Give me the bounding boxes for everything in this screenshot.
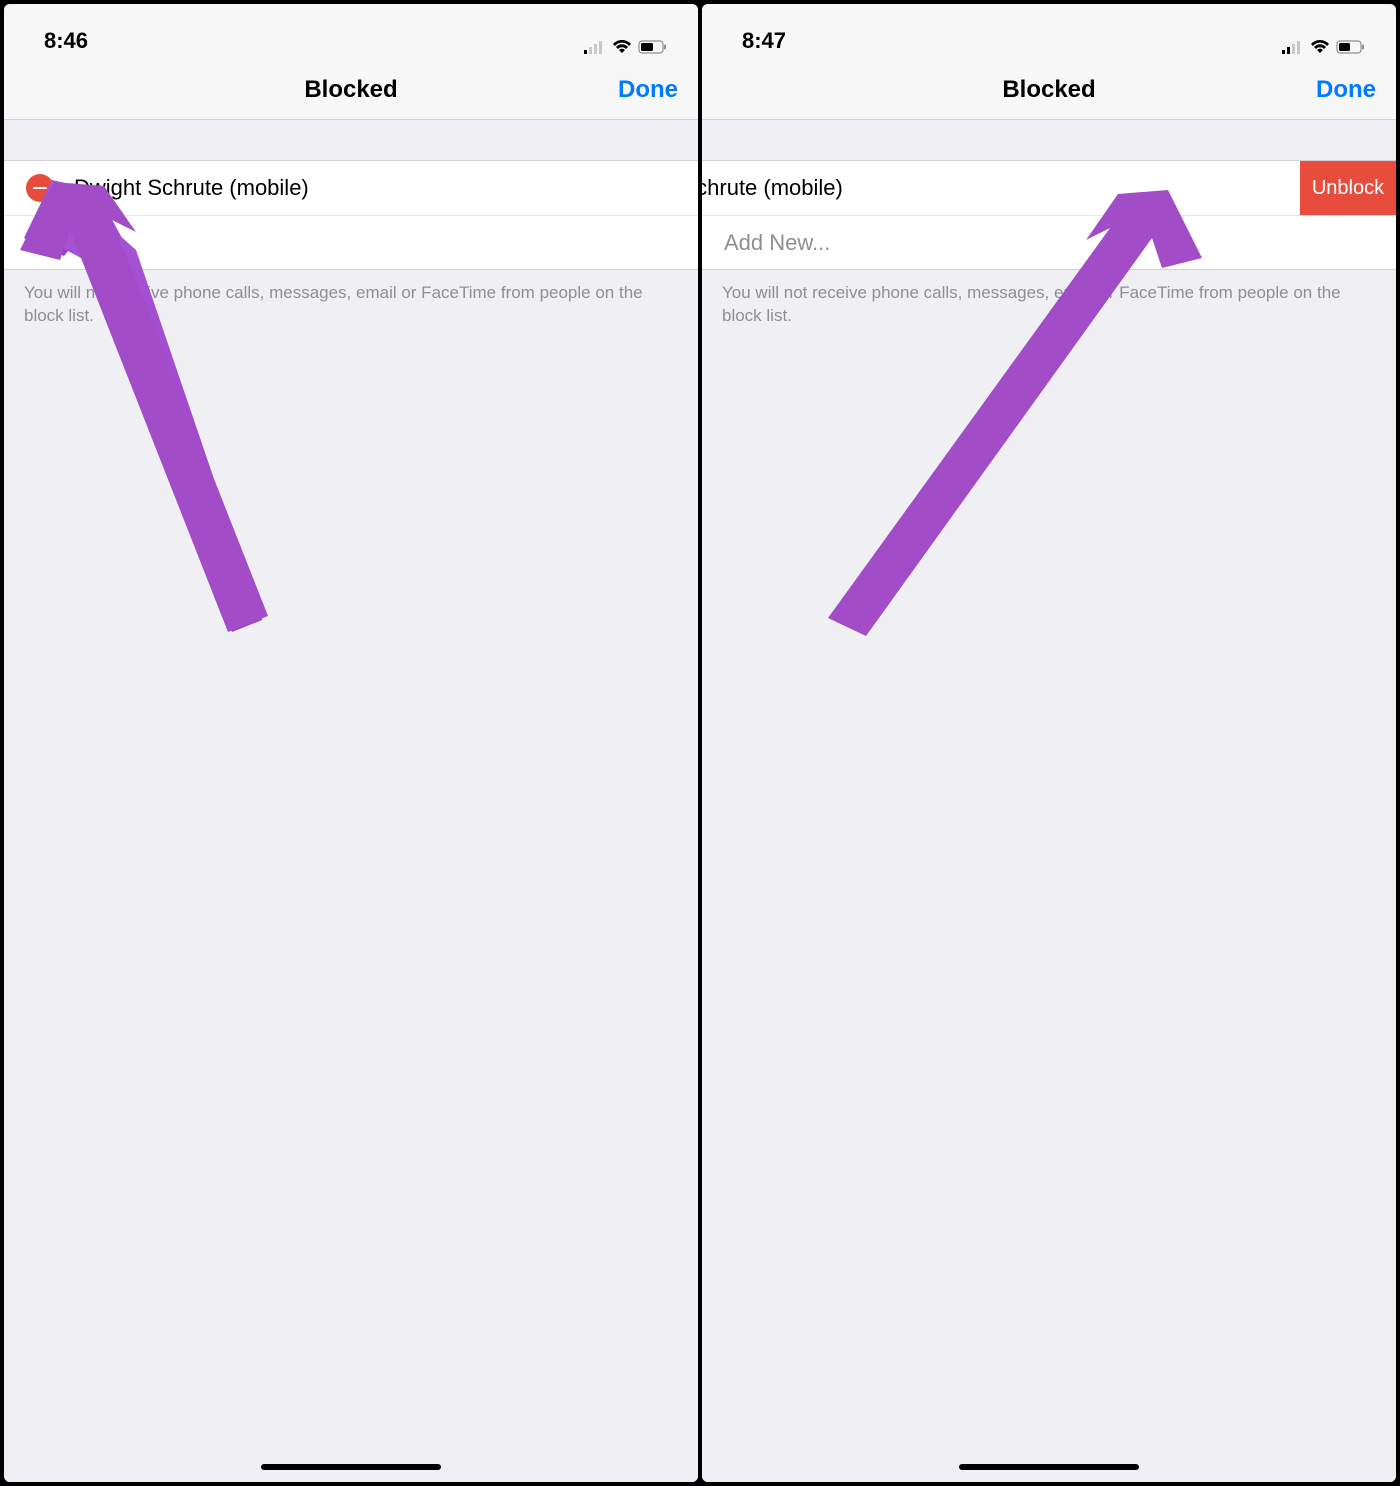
cellular-icon (584, 40, 606, 54)
page-title: Blocked (1002, 76, 1095, 104)
add-new-label: Add New... (4, 230, 132, 256)
body: wight Schrute (mobile) Unblock Add New..… (702, 120, 1396, 1482)
blocked-contact-row[interactable]: Dwight Schrute (mobile) (4, 161, 698, 215)
add-new-row[interactable]: Add New... (702, 215, 1396, 269)
done-button[interactable]: Done (1316, 76, 1376, 104)
status-time: 8:46 (44, 28, 88, 54)
status-icons (1282, 40, 1366, 54)
delete-minus-icon[interactable] (26, 174, 54, 202)
blocked-list: Dwight Schrute (mobile) Add New... (4, 160, 698, 270)
wifi-icon (612, 40, 632, 54)
cellular-icon (1282, 40, 1304, 54)
status-bar: 8:46 (4, 4, 698, 60)
nav-header: Blocked Done (4, 60, 698, 120)
phone-right: 8:47 Blocked Done (702, 4, 1396, 1482)
status-bar: 8:47 (702, 4, 1396, 60)
wifi-icon (1310, 40, 1330, 54)
body: Dwight Schrute (mobile) Add New... You w… (4, 120, 698, 1482)
done-button[interactable]: Done (618, 76, 678, 104)
status-time: 8:47 (742, 28, 786, 54)
add-new-row[interactable]: Add New... (4, 215, 698, 269)
footer-text: You will not receive phone calls, messag… (4, 270, 698, 328)
status-icons (584, 40, 668, 54)
battery-icon (638, 40, 668, 54)
home-indicator[interactable] (959, 1464, 1139, 1470)
add-new-label: Add New... (702, 230, 830, 256)
footer-text: You will not receive phone calls, messag… (702, 270, 1396, 328)
contact-name: wight Schrute (mobile) (702, 175, 843, 201)
unblock-button[interactable]: Unblock (1300, 161, 1396, 215)
home-indicator[interactable] (261, 1464, 441, 1470)
blocked-contact-row[interactable]: wight Schrute (mobile) Unblock (702, 161, 1396, 215)
phone-left: 8:46 Blocked Done (4, 4, 698, 1482)
page-title: Blocked (304, 76, 397, 104)
contact-name: Dwight Schrute (mobile) (54, 175, 309, 201)
nav-header: Blocked Done (702, 60, 1396, 120)
battery-icon (1336, 40, 1366, 54)
blocked-list: wight Schrute (mobile) Unblock Add New..… (702, 160, 1396, 270)
